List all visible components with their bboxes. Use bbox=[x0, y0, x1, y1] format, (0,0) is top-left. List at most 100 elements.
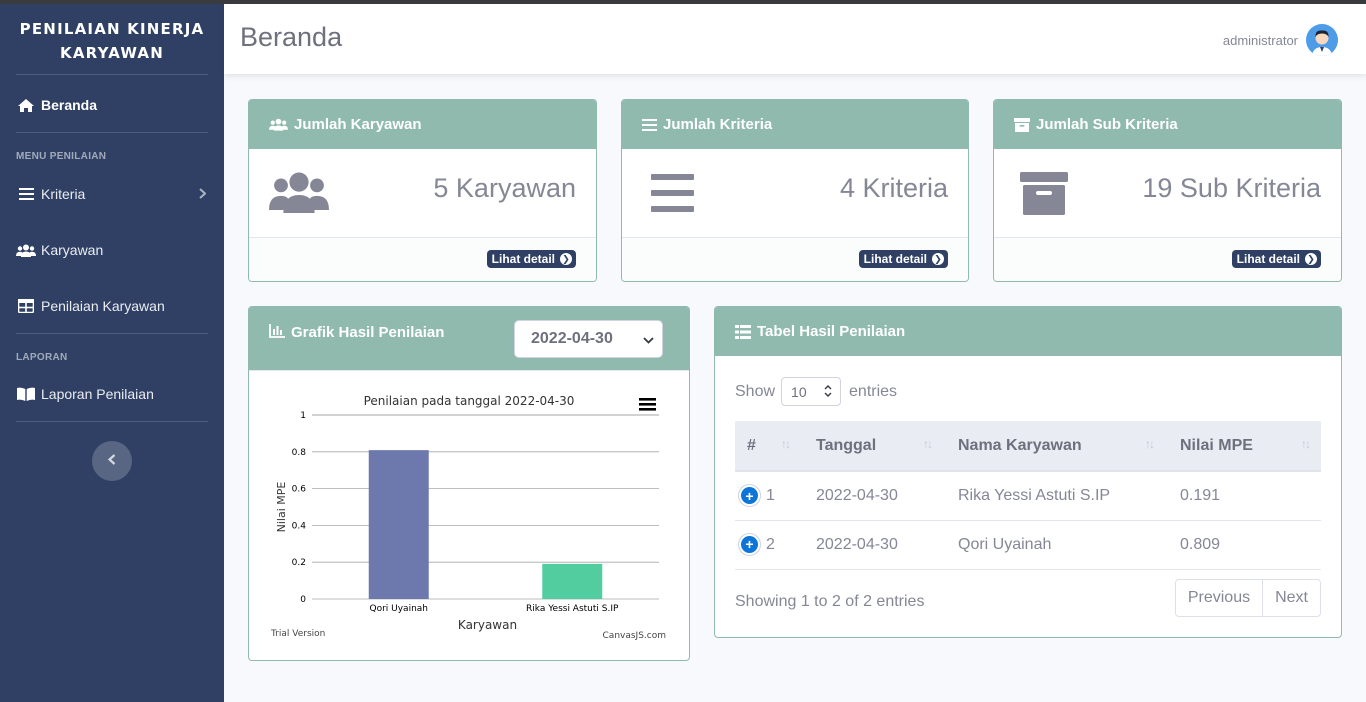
sidebar-divider bbox=[16, 132, 208, 133]
y-tick-label: 0 bbox=[300, 595, 306, 605]
y-tick-label: 0.8 bbox=[292, 448, 307, 458]
user-name[interactable]: administrator bbox=[1223, 33, 1298, 48]
table-panel: Tabel Hasil Penilaian Show 10 entries # ↑… bbox=[714, 306, 1342, 638]
sidebar-item-karyawan[interactable]: Karyawan bbox=[0, 239, 224, 261]
cell-nama: Rika Yessi Astuti S.IP bbox=[943, 471, 1165, 521]
button-label: Lihat detail bbox=[491, 252, 555, 266]
archive-icon bbox=[1020, 172, 1068, 220]
cell-no-text: 2 bbox=[766, 535, 775, 553]
sidebar-toggle-button[interactable] bbox=[92, 441, 132, 481]
sidebar-item-kriteria[interactable]: Kriteria bbox=[0, 183, 224, 205]
chart-panel-title: Grafik Hasil Penilaian bbox=[291, 324, 445, 341]
results-table: # ↑↓ Tanggal ↑↓ Nama Karyawan ↑↓ Nilai MPE ↑… bbox=[735, 421, 1321, 570]
entries-select-value: 10 bbox=[791, 383, 807, 400]
stat-card-body: 4 Kriteria bbox=[622, 149, 968, 238]
button-label: Lihat detail bbox=[1236, 252, 1300, 266]
next-button[interactable]: Next bbox=[1262, 580, 1320, 616]
button-label: Lihat detail bbox=[863, 252, 927, 266]
table-header-row: # ↑↓ Tanggal ↑↓ Nama Karyawan ↑↓ Nilai MPE ↑… bbox=[735, 421, 1321, 472]
column-header-tanggal[interactable]: Tanggal ↑↓ bbox=[801, 421, 943, 472]
sidebar-item-beranda[interactable]: Beranda bbox=[0, 94, 224, 116]
show-label: Show bbox=[735, 382, 776, 400]
users-icon bbox=[269, 118, 288, 131]
table-panel-title: Tabel Hasil Penilaian bbox=[757, 323, 906, 340]
lihat-detail-button[interactable]: Lihat detail ❯ bbox=[858, 250, 948, 268]
stat-card-title: Jumlah Sub Kriteria bbox=[1036, 116, 1178, 133]
stat-card-body: 5 Karyawan bbox=[249, 149, 596, 238]
stat-card-header: Jumlah Sub Kriteria bbox=[994, 100, 1341, 149]
stat-value: 19 Sub Kriteria bbox=[1142, 173, 1321, 203]
entries-label: entries bbox=[849, 382, 898, 400]
chevron-down-icon bbox=[643, 333, 654, 351]
bar-1 bbox=[542, 563, 603, 599]
avatar[interactable] bbox=[1306, 24, 1338, 56]
brand-title[interactable]: PENILAIAN KINERJA KARYAWAN bbox=[16, 4, 208, 75]
page-title: Beranda bbox=[240, 22, 343, 52]
stat-card-body: 19 Sub Kriteria bbox=[994, 149, 1341, 238]
x-tick-label: Rika Yessi Astuti S.IP bbox=[526, 604, 619, 614]
sidebar-item-label: Penilaian Karyawan bbox=[41, 298, 165, 314]
sort-icon: ↑↓ bbox=[923, 437, 933, 451]
chevron-circle-right-icon: ❯ bbox=[932, 253, 944, 265]
stat-card-sub-kriteria: Jumlah Sub Kriteria 19 Sub Kriteria Liha… bbox=[993, 99, 1342, 282]
sidebar-heading-laporan: LAPORAN bbox=[16, 352, 68, 363]
previous-button[interactable]: Previous bbox=[1176, 580, 1262, 616]
table-icon bbox=[16, 299, 36, 313]
expand-row-icon[interactable]: + bbox=[741, 487, 758, 505]
sort-updown-icon bbox=[824, 384, 832, 401]
lihat-detail-button[interactable]: Lihat detail ❯ bbox=[1231, 250, 1321, 268]
sidebar-item-label: Beranda bbox=[41, 97, 98, 113]
table-panel-header: Tabel Hasil Penilaian bbox=[715, 307, 1341, 356]
chart-menu-icon[interactable] bbox=[639, 398, 656, 411]
chevron-right-icon bbox=[199, 186, 207, 202]
sidebar-item-label: Kriteria bbox=[41, 186, 86, 202]
stat-card-footer: Lihat detail ❯ bbox=[994, 238, 1341, 281]
x-axis-label: Karyawan bbox=[458, 618, 517, 632]
topbar: Beranda administrator bbox=[224, 4, 1366, 74]
column-label: Tanggal bbox=[816, 436, 877, 454]
users-icon bbox=[16, 244, 36, 257]
bars-icon bbox=[651, 174, 694, 218]
column-header-nilai[interactable]: Nilai MPE ↑↓ bbox=[1165, 421, 1321, 472]
pagination: Previous Next bbox=[1174, 579, 1321, 617]
date-select[interactable]: 2022-04-30 bbox=[514, 320, 663, 358]
bar-0 bbox=[368, 450, 429, 599]
cell-no: +1 bbox=[735, 471, 801, 521]
table-list-icon bbox=[735, 324, 751, 339]
cell-nama: Qori Uyainah bbox=[943, 520, 1165, 570]
sort-icon: ↑↓ bbox=[1145, 437, 1155, 451]
column-header-no[interactable]: # ↑↓ bbox=[735, 421, 801, 472]
expand-row-icon[interactable]: + bbox=[741, 535, 758, 553]
stat-value: 5 Karyawan bbox=[433, 173, 576, 203]
stat-card-header: Jumlah Kriteria bbox=[622, 100, 968, 149]
cell-no: +2 bbox=[735, 520, 801, 570]
sort-icon: ↑↓ bbox=[781, 437, 791, 451]
credit-label: CanvasJS.com bbox=[603, 631, 666, 641]
cell-nilai: 0.191 bbox=[1165, 471, 1321, 521]
chart-panel-header: Grafik Hasil Penilaian 2022-04-30 bbox=[249, 307, 689, 370]
table-info: Showing 1 to 2 of 2 entries bbox=[735, 593, 925, 610]
y-tick-label: 1 bbox=[300, 411, 306, 421]
entries-control: Show 10 entries bbox=[735, 377, 897, 406]
chevron-circle-right-icon: ❯ bbox=[1305, 253, 1317, 265]
y-tick-label: 0.6 bbox=[292, 485, 307, 495]
sidebar-item-penilaian-karyawan[interactable]: Penilaian Karyawan bbox=[0, 295, 224, 317]
users-icon bbox=[269, 171, 329, 218]
cell-no-text: 1 bbox=[766, 486, 775, 504]
sidebar-item-laporan-penilaian[interactable]: Laporan Penilaian bbox=[0, 383, 224, 405]
stat-card-header: Jumlah Karyawan bbox=[249, 100, 596, 149]
column-header-nama[interactable]: Nama Karyawan ↑↓ bbox=[943, 421, 1165, 472]
sidebar-divider bbox=[16, 333, 208, 334]
stat-value: 4 Kriteria bbox=[839, 173, 948, 203]
stat-card-karyawan: Jumlah Karyawan 5 Karyawan Lihat detail … bbox=[248, 99, 597, 282]
cell-nilai: 0.809 bbox=[1165, 520, 1321, 570]
stat-card-kriteria: Jumlah Kriteria 4 Kriteria Lihat detail … bbox=[621, 99, 969, 282]
y-tick-label: 0.2 bbox=[292, 558, 306, 568]
trial-label: Trial Version bbox=[270, 629, 325, 639]
chevron-circle-right-icon: ❯ bbox=[560, 253, 572, 265]
sort-icon: ↑↓ bbox=[1301, 437, 1311, 451]
stat-card-title: Jumlah Kriteria bbox=[663, 116, 773, 133]
lihat-detail-button[interactable]: Lihat detail ❯ bbox=[486, 250, 576, 268]
entries-select[interactable]: 10 bbox=[781, 377, 842, 406]
date-select-value: 2022-04-30 bbox=[531, 330, 613, 347]
